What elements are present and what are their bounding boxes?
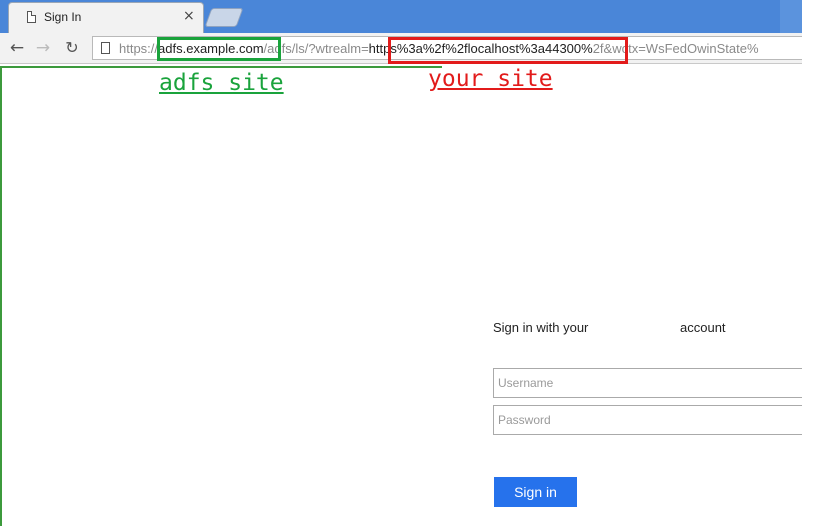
reload-icon[interactable]: ↻ [61,37,83,59]
tab-sign-in[interactable]: Sign In × [8,2,204,33]
page-right-edge [802,0,816,526]
signin-heading-suffix: account [680,320,726,335]
your-site-label: your site [428,66,553,92]
adfs-site-highlight [157,37,281,61]
close-icon[interactable]: × [183,8,195,24]
page-top-rule [2,66,442,68]
tab-title: Sign In [44,10,82,24]
url-scheme: https:// [119,41,159,56]
new-tab-button[interactable] [204,8,244,27]
username-input[interactable]: Username [493,368,802,398]
signin-heading: Sign in with your account [493,320,726,335]
page-icon [101,42,110,54]
password-placeholder: Password [498,413,551,427]
signin-heading-text: Sign in with your [493,320,589,335]
tab-bar: Sign In × [0,0,802,33]
password-input[interactable]: Password [493,405,802,435]
forward-icon[interactable]: → [32,37,54,59]
window-controls-area [780,0,802,33]
your-site-highlight [388,37,628,64]
page-left-border [0,66,2,526]
adfs-site-label: adfs site [159,70,284,96]
page-icon [27,11,36,23]
username-placeholder: Username [498,376,554,390]
sign-in-button[interactable]: Sign in [494,477,577,507]
back-icon[interactable]: ← [6,37,28,59]
